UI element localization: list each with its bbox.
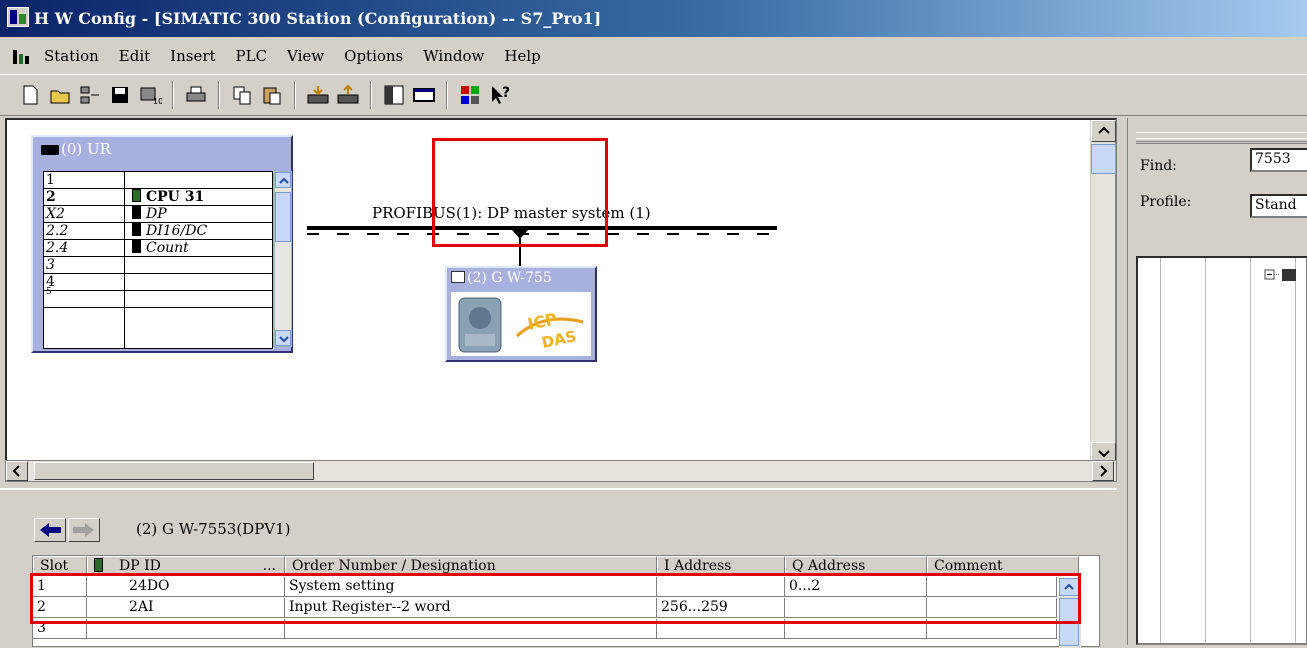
open-icon[interactable]	[48, 83, 72, 107]
io-module-icon	[132, 223, 141, 236]
svg-text:10: 10	[153, 97, 162, 106]
compile-icon[interactable]: 10	[138, 83, 162, 107]
logo-text: DAS	[540, 327, 578, 352]
toolbar-separator	[446, 81, 448, 109]
station-vertical-scrollbar[interactable]	[1090, 120, 1116, 464]
rack-row[interactable]: X2 DP	[44, 206, 272, 223]
context-help-icon[interactable]: ?	[488, 83, 512, 107]
highlight-box	[30, 573, 1081, 624]
module-icon	[94, 558, 103, 572]
menu-station[interactable]: Station	[44, 47, 99, 65]
rack-row[interactable]: 3	[44, 257, 272, 274]
rack-row[interactable]: 4	[44, 274, 272, 291]
upload-icon[interactable]	[336, 83, 360, 107]
menu-help[interactable]: Help	[504, 47, 540, 65]
back-arrow-icon[interactable]	[34, 518, 66, 542]
toolbar-separator	[172, 81, 174, 109]
rack-icon	[41, 145, 59, 155]
menu-insert[interactable]: Insert	[170, 47, 215, 65]
title-bar: H W Config - [SIMATIC 300 Station (Confi…	[0, 0, 1307, 37]
scroll-up-icon[interactable]	[275, 172, 291, 188]
config-icon[interactable]	[458, 83, 482, 107]
catalog-tree[interactable]	[1136, 256, 1307, 645]
print-icon[interactable]	[184, 83, 208, 107]
slave-title: (2) G W-755	[451, 270, 591, 286]
scroll-thumb[interactable]	[275, 192, 291, 242]
new-icon[interactable]	[18, 83, 42, 107]
device-image: ICP DAS	[451, 292, 591, 356]
scroll-thumb[interactable]	[1091, 144, 1116, 174]
detail-title: (2) G W-7553(DPV1)	[136, 520, 291, 538]
tree-expand-icon[interactable]	[1264, 268, 1304, 282]
rack-slot: 2.4	[46, 240, 69, 256]
menu-options[interactable]: Options	[344, 47, 403, 65]
find-label: Find:	[1140, 158, 1177, 174]
scroll-left-icon[interactable]	[6, 461, 28, 481]
rack-slot: 2	[46, 189, 56, 205]
app-icon[interactable]	[7, 7, 29, 27]
rack-module: CPU 31	[146, 189, 205, 205]
download-icon[interactable]	[306, 83, 330, 107]
scroll-right-icon[interactable]	[1092, 461, 1114, 481]
slave-icon	[451, 271, 465, 283]
toolbar: 10 ?	[0, 74, 1307, 116]
tree-node[interactable]	[1264, 268, 1304, 285]
hardware-catalog-pane: Find: 7553 Profile: Stand	[1127, 118, 1307, 645]
rack-module: Count	[146, 240, 189, 256]
rack-slot: 5	[46, 287, 52, 297]
rack-scrollbar[interactable]	[274, 171, 292, 347]
menu-bar: Station Edit Insert PLC View Options Win…	[0, 37, 1307, 74]
rack-row[interactable]: 5	[44, 287, 272, 308]
cpu-module-icon	[132, 189, 141, 202]
toolbar-separator	[294, 81, 296, 109]
pane-grip	[1136, 138, 1307, 144]
rack-slot: X2	[46, 206, 65, 222]
rack-row[interactable]: 2.2 DI16/DC	[44, 223, 272, 240]
menu-view[interactable]: View	[287, 47, 324, 65]
rack-module: DP	[146, 206, 167, 222]
station-horizontal-scrollbar[interactable]	[5, 460, 1117, 482]
profile-label: Profile:	[1140, 194, 1192, 210]
rack-row[interactable]: 2 CPU 31	[44, 189, 272, 206]
counter-module-icon	[132, 240, 141, 253]
svg-text:?: ?	[502, 85, 510, 101]
menu-edit[interactable]: Edit	[119, 47, 150, 65]
highlight-box	[432, 138, 608, 247]
profile-select[interactable]: Stand	[1250, 194, 1307, 218]
forward-arrow-icon[interactable]	[68, 518, 100, 542]
toolbar-separator	[370, 81, 372, 109]
find-input[interactable]: 7553	[1250, 148, 1307, 172]
dp-slave-gw7553[interactable]: (2) G W-755 ICP DAS	[445, 266, 597, 362]
menu-plc[interactable]: PLC	[236, 47, 268, 65]
rack-slot: 1	[46, 172, 55, 188]
rack-row[interactable]: 2.4 Count	[44, 240, 272, 257]
document-menu-icon[interactable]	[12, 46, 34, 66]
rack-row[interactable]: 1	[44, 172, 272, 189]
window-title: H W Config - [SIMATIC 300 Station (Confi…	[34, 9, 602, 28]
logo-text: ICP	[526, 309, 559, 334]
catalog-icon[interactable]	[382, 83, 406, 107]
scroll-up-icon[interactable]	[1091, 120, 1116, 142]
window-icon[interactable]	[412, 83, 436, 107]
paste-icon[interactable]	[260, 83, 284, 107]
rack-title: (0) UR	[41, 140, 111, 158]
rack-table: 1 2 CPU 31 X2 DP 2.2 DI16/DC 2.4 Count 3 4 5	[43, 171, 273, 349]
slave-title-text: (2) G W-755	[467, 270, 552, 286]
rack-slot: 3	[46, 257, 55, 273]
icp-das-logo-icon: ICP DAS	[458, 297, 584, 353]
menu-window[interactable]: Window	[423, 47, 484, 65]
rack-module: DI16/DC	[146, 223, 208, 239]
copy-icon[interactable]	[230, 83, 254, 107]
rack-window[interactable]: (0) UR 1 2 CPU 31 X2 DP 2.2 DI16/DC 2.4 Coun…	[31, 135, 293, 353]
col-dp-id-label: DP ID	[119, 558, 161, 574]
dp-module-icon	[132, 206, 141, 219]
save-icon[interactable]	[108, 83, 132, 107]
scroll-down-icon[interactable]	[275, 330, 291, 346]
rack-slot: 2.2	[46, 223, 69, 239]
network-icon[interactable]	[78, 83, 102, 107]
scroll-thumb[interactable]	[34, 462, 314, 480]
toolbar-separator	[218, 81, 220, 109]
rack-title-text: (0) UR	[61, 140, 111, 158]
